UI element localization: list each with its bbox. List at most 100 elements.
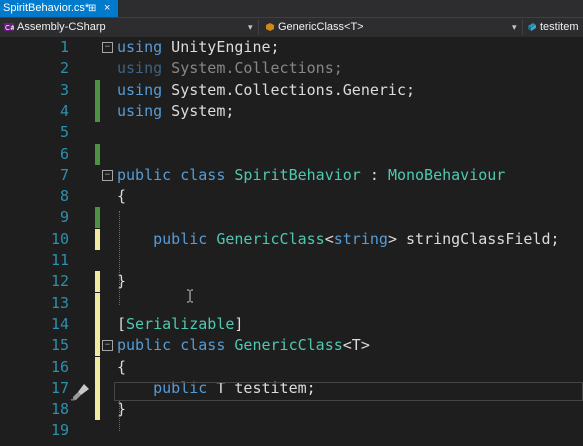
code-token: {	[117, 187, 127, 206]
csharp-project-icon: C#	[4, 23, 14, 32]
code-line[interactable]: 2 using System.Collections;	[0, 58, 583, 79]
code-text: {	[117, 186, 126, 207]
code-text: public class GenericClass<T>	[117, 335, 370, 356]
line-number: 5	[59, 123, 69, 142]
ibeam-cursor-icon	[187, 289, 193, 303]
code-line[interactable]: 3 using System.Collections.Generic;	[0, 79, 583, 101]
code-token: string	[333, 229, 388, 248]
project-name: Assembly-CSharp	[17, 21, 106, 33]
code-token: {	[117, 357, 127, 376]
code-line[interactable]: 10 public GenericClass<string> stringCla…	[0, 228, 583, 250]
code-line[interactable]: 11	[0, 250, 583, 271]
class-dropdown[interactable]: GenericClass<T>	[265, 18, 364, 37]
code-token: public	[153, 229, 208, 248]
code-line[interactable]: 16 {	[0, 356, 583, 378]
code-text: using System;	[117, 101, 234, 122]
line-number: 4	[59, 101, 69, 120]
class-icon	[266, 23, 274, 32]
change-marker	[95, 335, 100, 357]
code-text: public GenericClass<string> stringClassF…	[117, 229, 560, 250]
member-name: testitem	[540, 21, 579, 33]
code-token: :	[360, 165, 388, 184]
pin-icon[interactable]: ⊞	[88, 0, 96, 17]
paintbrush-icon[interactable]	[70, 383, 90, 401]
line-number: 6	[59, 144, 69, 163]
code-editor[interactable]: 1− using UnityEngine; 2 using System.Collec…	[0, 37, 583, 446]
chevron-down-icon[interactable]: ▾	[512, 18, 517, 37]
navigation-bar: C#Assembly-CSharp ▾ GenericClass<T> ▾ te…	[0, 17, 583, 38]
tab-title: SpiritBehavior.cs*	[3, 2, 90, 14]
code-token: using	[117, 101, 163, 120]
nav-separator	[522, 20, 523, 35]
code-line[interactable]: 1 − using UnityEngine;	[0, 37, 583, 58]
line-number: 18	[50, 400, 69, 419]
change-marker	[95, 313, 100, 335]
line-number: 13	[50, 293, 69, 312]
code-text: public class SpiritBehavior : MonoBehavi…	[117, 165, 505, 186]
svg-text:C#: C#	[5, 24, 14, 32]
code-line[interactable]: 6	[0, 143, 583, 165]
line-number: 3	[59, 80, 69, 99]
line-number: 9	[59, 208, 69, 227]
collapse-icon[interactable]: −	[102, 340, 113, 352]
indent-guide	[119, 211, 120, 305]
line-number: 10	[50, 229, 69, 248]
code-line[interactable]: 15 − public class GenericClass<T>	[0, 335, 583, 357]
code-text: using System.Collections.Generic;	[117, 80, 415, 101]
change-marker	[95, 356, 100, 378]
code-line[interactable]: 12}	[0, 271, 583, 293]
code-text: using System.Collections;	[117, 58, 343, 79]
nav-separator	[258, 20, 259, 35]
change-marker	[95, 292, 100, 314]
code-token: <	[324, 229, 334, 248]
field-icon	[528, 23, 536, 32]
code-line[interactable]: 7 − public class SpiritBehavior : MonoBeha…	[0, 165, 583, 186]
code-token: SpiritBehavior	[234, 165, 361, 184]
code-token: <T>	[342, 336, 370, 355]
change-marker	[95, 100, 100, 122]
code-token: GenericClass	[234, 336, 343, 355]
tab-spiritbehavior[interactable]: SpiritBehavior.cs* ⊞ ×	[0, 0, 118, 17]
change-marker	[95, 399, 100, 421]
code-token: using	[117, 80, 163, 99]
member-dropdown[interactable]: testitem	[527, 18, 579, 37]
code-token: using	[117, 59, 163, 78]
line-number: 17	[50, 378, 69, 397]
line-number: 12	[50, 272, 69, 291]
collapse-icon[interactable]: −	[102, 42, 113, 53]
code-token: ]	[234, 314, 244, 333]
chevron-down-icon[interactable]: ▾	[248, 18, 253, 37]
code-line[interactable]: 18}	[0, 399, 583, 421]
class-name: GenericClass<T>	[278, 21, 364, 33]
code-line[interactable]: 5	[0, 122, 583, 143]
code-token: UnityEngine;	[162, 38, 280, 56]
line-number: 2	[59, 59, 69, 78]
code-token: > stringClassField;	[387, 229, 560, 248]
code-line[interactable]: 14 [Serializable]	[0, 313, 583, 335]
code-line[interactable]: 9	[0, 207, 583, 229]
line-number: 1	[59, 38, 69, 56]
change-marker	[95, 271, 100, 293]
line-number: 19	[50, 421, 69, 440]
document-tab-bar: SpiritBehavior.cs* ⊞ ×	[0, 0, 583, 17]
change-marker	[95, 377, 100, 399]
collapse-icon[interactable]: −	[102, 169, 113, 181]
line-number: 11	[50, 251, 69, 269]
code-text: [Serializable]	[117, 314, 243, 335]
code-line[interactable]: 19	[0, 420, 583, 441]
code-token: class	[180, 336, 226, 355]
line-number: 14	[50, 314, 69, 333]
project-dropdown[interactable]: C#Assembly-CSharp	[4, 18, 106, 37]
close-tab-icon[interactable]: ×	[104, 0, 110, 17]
line-number: 16	[50, 357, 69, 376]
code-line[interactable]: 8{	[0, 186, 583, 207]
code-token: System.Collections;	[162, 59, 343, 78]
code-line[interactable]: 13	[0, 292, 583, 314]
code-token: class	[180, 165, 226, 184]
code-token: [	[117, 314, 127, 333]
line-number: 7	[59, 165, 69, 184]
code-line[interactable]: 4 using System;	[0, 100, 583, 122]
